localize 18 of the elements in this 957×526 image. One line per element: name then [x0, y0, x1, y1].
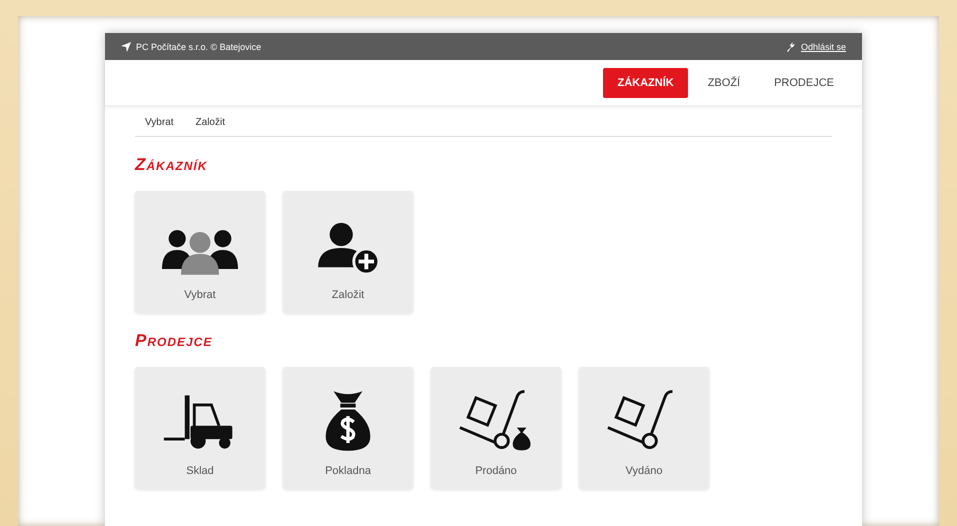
logout-link[interactable]: Odhlásit se	[800, 42, 846, 52]
menu-tile[interactable]: Vydáno	[579, 367, 709, 489]
subnav-link[interactable]: Vybrat	[145, 117, 174, 128]
nav-tab[interactable]: ZÁKAZNÍK	[603, 68, 688, 98]
section-heading: Prodejce	[135, 331, 214, 351]
section-heading: Zákazník	[135, 155, 208, 175]
nav-tab[interactable]: ZBOŽÍ	[694, 68, 754, 98]
location-text: PC Počítače s.r.o. © Batejovice	[136, 42, 262, 52]
menu-tile[interactable]: Sklad	[135, 367, 265, 489]
menu-tile[interactable]: Vybrat	[135, 191, 265, 313]
subnav-link[interactable]: Založit	[196, 117, 225, 128]
menu-tile[interactable]: Založit	[283, 191, 413, 313]
money-bag-icon	[324, 389, 372, 451]
people-group-icon	[162, 227, 238, 275]
menu-tile[interactable]: Pokladna	[283, 367, 413, 489]
navigation-arrow-icon	[121, 42, 131, 52]
menu-tile[interactable]: Prodáno	[431, 367, 561, 489]
nav-tab[interactable]: PRODEJCE	[760, 68, 848, 98]
